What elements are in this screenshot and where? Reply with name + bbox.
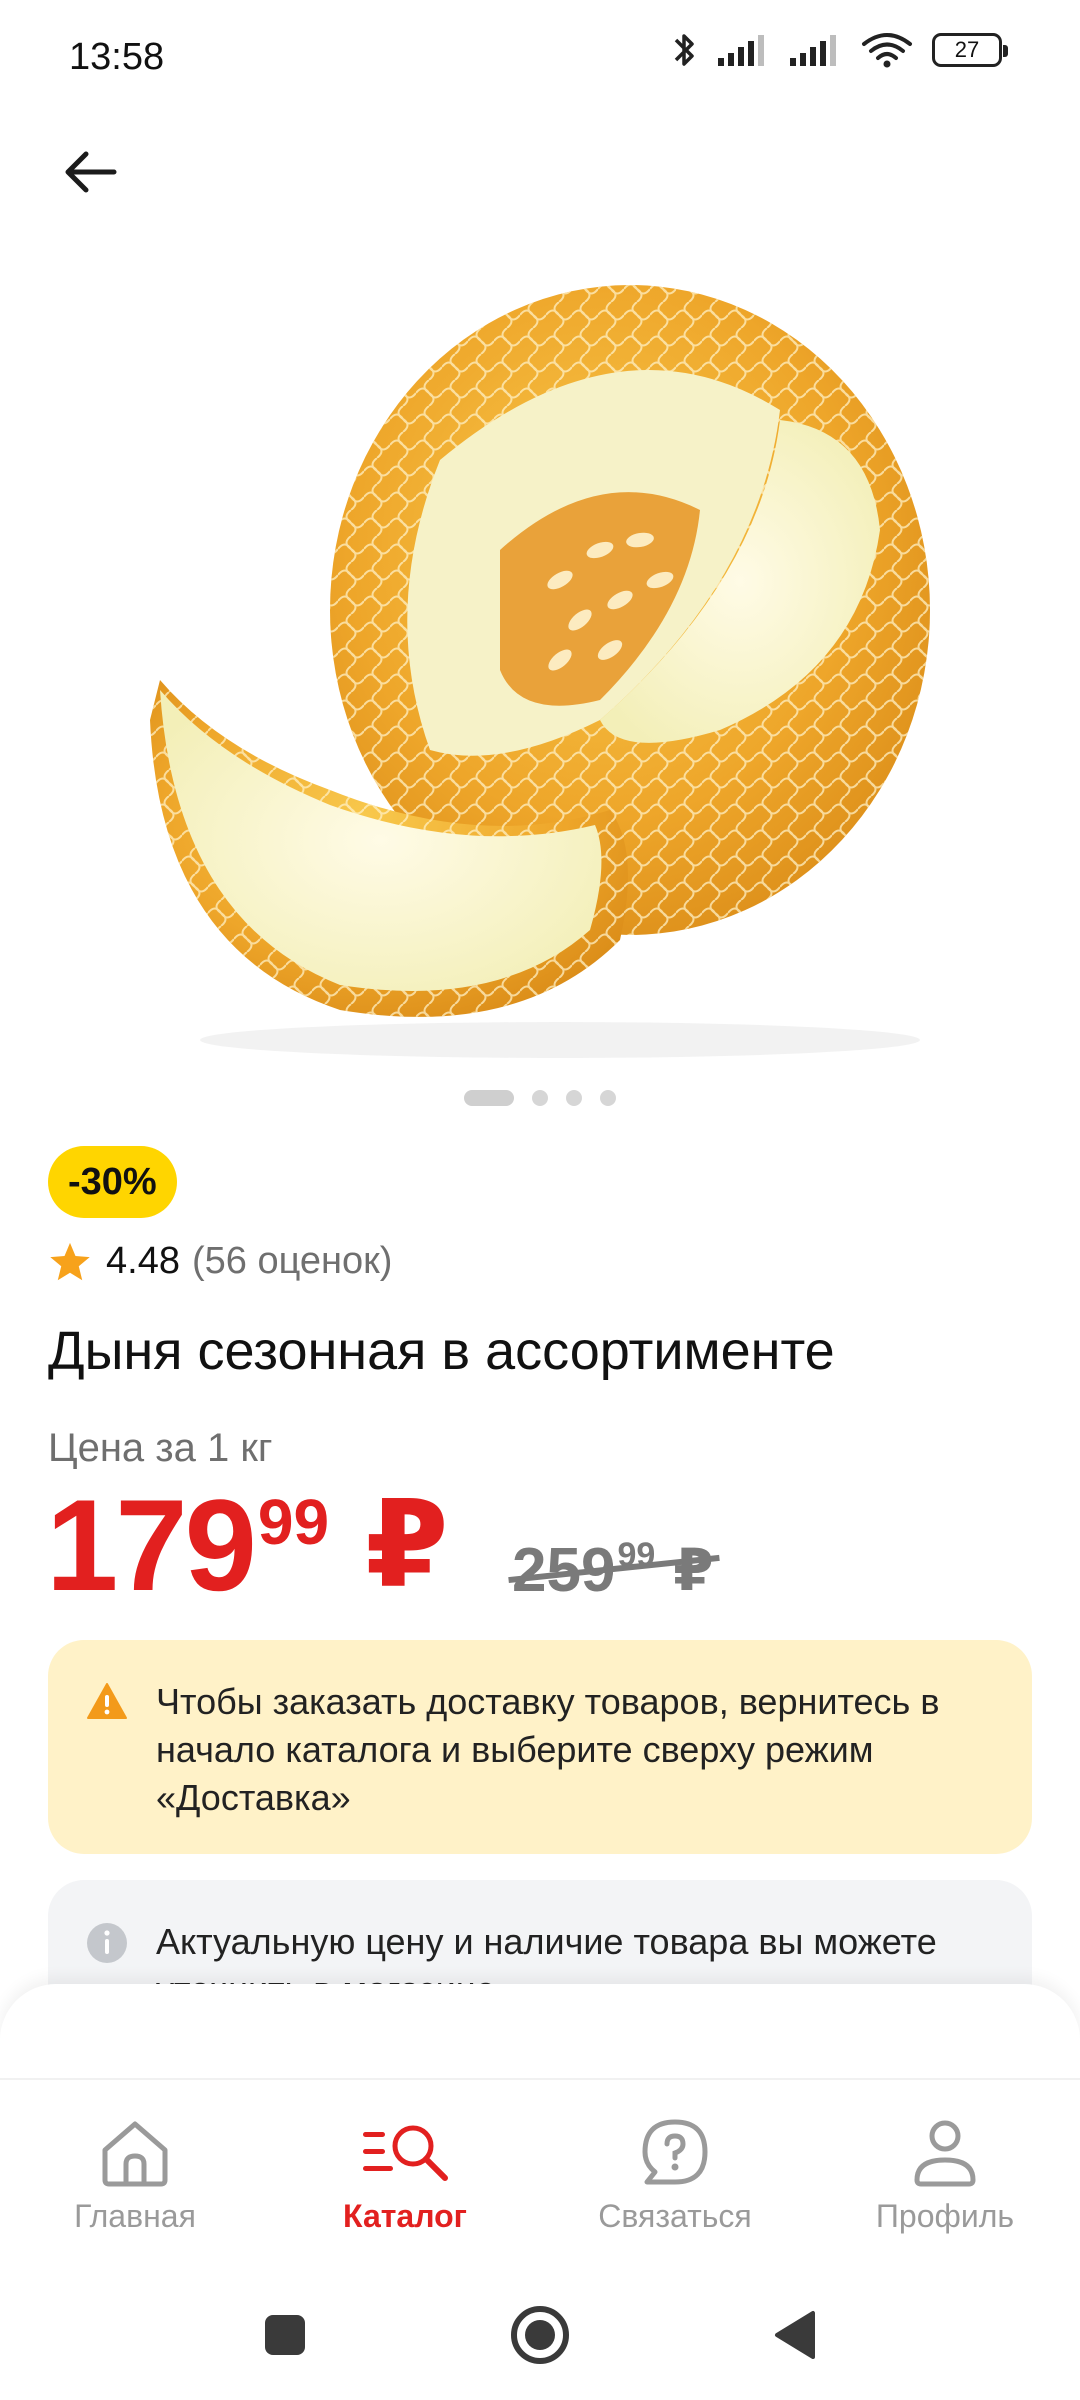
help-chat-icon <box>642 2119 708 2185</box>
price-old-integer: 259 <box>512 1536 616 1605</box>
warning-icon <box>87 1683 127 1719</box>
back-button[interactable] <box>48 130 132 214</box>
nav-label-home: Главная <box>74 2198 196 2234</box>
delivery-warning-notice: Чтобы заказать доставку товаров, верните… <box>48 1640 1032 1854</box>
system-navigation-bar <box>0 2270 1080 2400</box>
price-old-decimals: 99 <box>617 1536 656 1574</box>
profile-icon <box>914 2120 976 2187</box>
signal-icon <box>718 35 764 66</box>
signal-icon-2 <box>790 35 836 66</box>
price-old: 259 99 ₽ <box>512 1536 714 1606</box>
info-icon <box>87 1923 127 1963</box>
back-system-button[interactable] <box>771 2309 819 2361</box>
price-current-currency: ₽ <box>365 1478 449 1612</box>
status-bar: 13:58 27 <box>0 0 1080 120</box>
carousel-dot[interactable] <box>600 1090 616 1106</box>
home-icon <box>102 2121 168 2187</box>
nav-item-catalog[interactable]: Каталог <box>270 2080 540 2260</box>
nav-label-contact: Связаться <box>598 2198 752 2234</box>
price-old-currency: ₽ <box>673 1538 714 1603</box>
discount-badge: -30% <box>48 1146 177 1218</box>
carousel-dot-active[interactable] <box>464 1090 514 1106</box>
product-title: Дыня сезонная в ассортименте <box>48 1321 835 1381</box>
rating-value: 4.48 <box>106 1240 180 1282</box>
delivery-warning-text: Чтобы заказать доставку товаров, верните… <box>156 1681 940 1818</box>
rating[interactable]: 4.48 (56 оценок) <box>48 1240 392 1283</box>
nav-label-profile: Профиль <box>875 2198 1015 2234</box>
price-current: 179 99 ₽ <box>46 1480 449 1610</box>
image-carousel-dots <box>0 1090 1080 1106</box>
nav-item-profile[interactable]: Профиль <box>810 2080 1080 2260</box>
product-image[interactable] <box>0 250 1080 1070</box>
bottom-navigation: Главная Каталог Связаться Профиль <box>0 2078 1080 2260</box>
wifi-icon <box>862 33 912 68</box>
battery-level: 27 <box>954 37 980 62</box>
recent-apps-button[interactable] <box>261 2311 309 2359</box>
bluetooth-icon <box>674 34 694 66</box>
carousel-dot[interactable] <box>532 1090 548 1106</box>
rating-count: (56 оценок) <box>191 1240 393 1282</box>
price-caption: Цена за 1 кг <box>48 1426 273 1470</box>
star-icon <box>50 1242 90 1280</box>
home-system-button[interactable] <box>509 2304 571 2366</box>
arrow-left-icon <box>65 151 117 193</box>
nav-item-home[interactable]: Главная <box>0 2080 270 2260</box>
price-current-integer: 179 <box>46 1472 257 1618</box>
nav-item-contact[interactable]: Связаться <box>540 2080 810 2260</box>
carousel-dot[interactable] <box>566 1090 582 1106</box>
catalog-search-icon <box>363 2125 448 2181</box>
nav-label-catalog: Каталог <box>343 2198 467 2234</box>
status-time: 13:58 <box>69 36 165 78</box>
battery-indicator: 27 <box>932 33 1008 67</box>
status-icons: 27 <box>672 30 1008 70</box>
price-current-decimals: 99 <box>257 1486 330 1558</box>
